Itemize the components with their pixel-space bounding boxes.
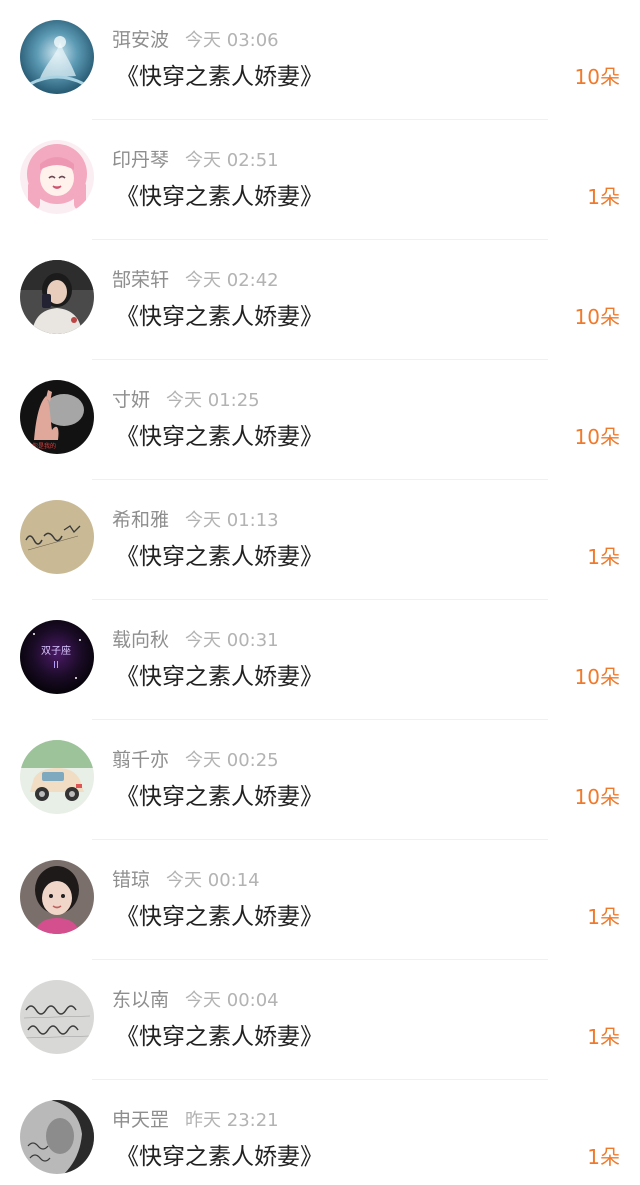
pink-anime-girl-avatar[interactable]	[20, 140, 94, 214]
girl-photo-avatar[interactable]	[20, 260, 94, 334]
timestamp: 今天 00:31	[185, 630, 279, 651]
item-meta: 弭安波 今天 03:06	[112, 26, 279, 54]
list-item[interactable]: 希和雅 今天 01:13 《快穿之素人娇妻》 1朵	[0, 480, 640, 600]
hand-smoke-avatar[interactable]: 你是我的	[20, 380, 94, 454]
user-name[interactable]: 郜荣轩	[112, 269, 169, 291]
gemini-neon-avatar[interactable]: 双子座 II	[20, 620, 94, 694]
toy-car-avatar[interactable]	[20, 740, 94, 814]
list-item[interactable]: 双子座 II 载向秋 今天 00:31 《快穿之素人娇妻》 10朵	[0, 600, 640, 720]
water-splash-avatar[interactable]	[20, 20, 94, 94]
handwriting-beige-avatar[interactable]	[20, 500, 94, 574]
list-item[interactable]: 弭安波 今天 03:06 《快穿之素人娇妻》 10朵	[0, 0, 640, 120]
timestamp: 今天 00:14	[166, 870, 260, 891]
timestamp: 昨天 23:21	[185, 1110, 279, 1131]
item-meta: 东以南 今天 00:04	[112, 986, 279, 1014]
book-title[interactable]: 《快穿之素人娇妻》	[116, 180, 323, 214]
item-meta: 错琼 今天 00:14	[112, 866, 260, 894]
list-item[interactable]: 印丹琴 今天 02:51 《快穿之素人娇妻》 1朵	[0, 120, 640, 240]
user-name[interactable]: 申天罡	[112, 1109, 169, 1131]
flower-count: 1朵	[587, 185, 620, 209]
user-name[interactable]: 寸妍	[112, 389, 150, 411]
list-item[interactable]: 郜荣轩 今天 02:42 《快穿之素人娇妻》 10朵	[0, 240, 640, 360]
item-meta: 寸妍 今天 01:25	[112, 386, 260, 414]
item-meta: 郜荣轩 今天 02:42	[112, 266, 279, 294]
book-title[interactable]: 《快穿之素人娇妻》	[116, 1140, 323, 1174]
timestamp: 今天 01:25	[166, 390, 260, 411]
book-title[interactable]: 《快穿之素人娇妻》	[116, 780, 323, 814]
user-name[interactable]: 载向秋	[112, 629, 169, 651]
user-name[interactable]: 弭安波	[112, 29, 169, 51]
item-meta: 希和雅 今天 01:13	[112, 506, 279, 534]
user-name[interactable]: 错琼	[112, 869, 150, 891]
user-name[interactable]: 希和雅	[112, 509, 169, 531]
flower-count: 10朵	[574, 425, 620, 449]
list-item[interactable]: 错琼 今天 00:14 《快穿之素人娇妻》 1朵	[0, 840, 640, 960]
list-item[interactable]: 翦千亦 今天 00:25 《快穿之素人娇妻》 10朵	[0, 720, 640, 840]
dark-portrait-avatar[interactable]	[20, 1100, 94, 1174]
list-item[interactable]: 你是我的 寸妍 今天 01:25 《快穿之素人娇妻》 10朵	[0, 360, 640, 480]
svg-text:你是我的: 你是我的	[32, 442, 56, 450]
item-meta: 印丹琴 今天 02:51	[112, 146, 279, 174]
timestamp: 今天 02:51	[185, 150, 279, 171]
svg-text:双子座: 双子座	[41, 644, 71, 657]
timestamp: 今天 00:25	[185, 750, 279, 771]
user-name[interactable]: 东以南	[112, 989, 169, 1011]
svg-text:II: II	[53, 660, 59, 671]
list-item[interactable]: 东以南 今天 00:04 《快穿之素人娇妻》 1朵	[0, 960, 640, 1080]
flower-count: 10朵	[574, 65, 620, 89]
child-photo-avatar[interactable]	[20, 860, 94, 934]
flower-count: 1朵	[587, 905, 620, 929]
handwriting-gray-avatar[interactable]	[20, 980, 94, 1054]
timestamp: 今天 01:13	[185, 510, 279, 531]
timestamp: 今天 02:42	[185, 270, 279, 291]
book-title[interactable]: 《快穿之素人娇妻》	[116, 900, 323, 934]
flower-count: 1朵	[587, 545, 620, 569]
book-title[interactable]: 《快穿之素人娇妻》	[116, 60, 323, 94]
flower-count: 10朵	[574, 785, 620, 809]
flower-count: 10朵	[574, 665, 620, 689]
timestamp: 今天 03:06	[185, 30, 279, 51]
item-meta: 载向秋 今天 00:31	[112, 626, 279, 654]
timestamp: 今天 00:04	[185, 990, 279, 1011]
flower-count: 1朵	[587, 1145, 620, 1169]
list-item[interactable]: 申天罡 昨天 23:21 《快穿之素人娇妻》 1朵	[0, 1080, 640, 1185]
user-name[interactable]: 印丹琴	[112, 149, 169, 171]
book-title[interactable]: 《快穿之素人娇妻》	[116, 420, 323, 454]
flower-count: 1朵	[587, 1025, 620, 1049]
user-name[interactable]: 翦千亦	[112, 749, 169, 771]
book-title[interactable]: 《快穿之素人娇妻》	[116, 660, 323, 694]
item-meta: 申天罡 昨天 23:21	[112, 1106, 279, 1134]
flower-count: 10朵	[574, 305, 620, 329]
item-meta: 翦千亦 今天 00:25	[112, 746, 279, 774]
gift-record-list: 弭安波 今天 03:06 《快穿之素人娇妻》 10朵 印丹琴 今天 02:51 《快…	[0, 0, 640, 1185]
book-title[interactable]: 《快穿之素人娇妻》	[116, 1020, 323, 1054]
book-title[interactable]: 《快穿之素人娇妻》	[116, 540, 323, 574]
book-title[interactable]: 《快穿之素人娇妻》	[116, 300, 323, 334]
